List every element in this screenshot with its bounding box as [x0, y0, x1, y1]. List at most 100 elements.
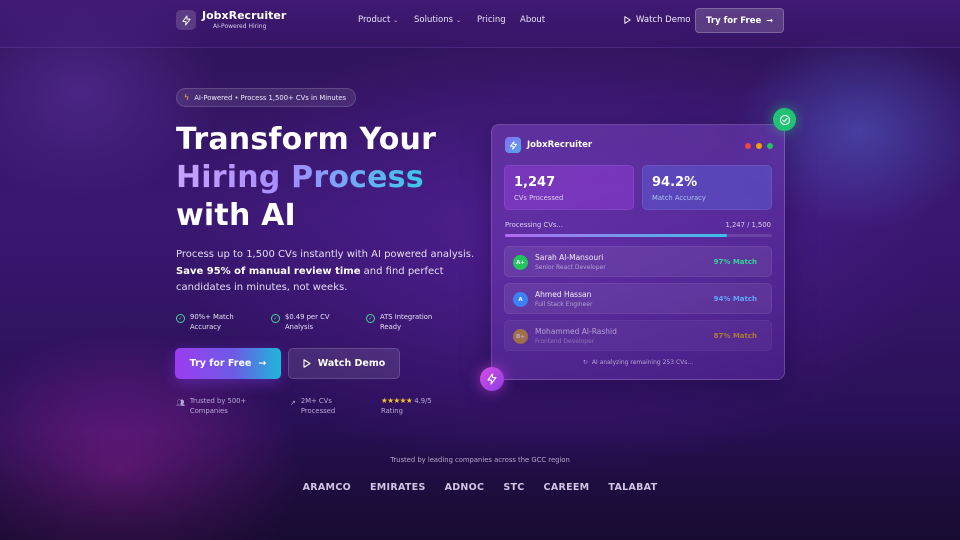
- arrow-right-icon: →: [258, 358, 267, 369]
- kpi-label: CVs Processed: [514, 194, 564, 202]
- hero-description: Process up to 1,500 CVs instantly with A…: [176, 247, 476, 297]
- feature-ats-integration: ✓ ATS Integration Ready: [366, 312, 432, 332]
- loader-icon: ↻: [582, 359, 588, 366]
- dashboard-preview-card: JobxRecruiter 1,247 CVs Processed 94.2% …: [491, 124, 785, 380]
- nav-solutions-label: Solutions: [414, 15, 454, 25]
- check-circle-icon: ✓: [176, 314, 185, 323]
- candidate-match-score: 87% Match: [713, 332, 757, 340]
- play-icon: [303, 359, 311, 368]
- candidate-name: Ahmed Hassan: [535, 290, 592, 299]
- check-circle-icon: ✓: [271, 314, 280, 323]
- nav-about-label: About: [520, 15, 546, 25]
- stat-line-2: Companies: [189, 407, 228, 415]
- window-close-dot[interactable]: [745, 143, 751, 149]
- candidate-name: Mohammed Al-Rashid: [535, 327, 617, 336]
- stat-cvs-processed: ↗ 2M+ CVs Processed: [290, 396, 335, 416]
- progress-bar: [505, 234, 772, 237]
- stat-line-1: 2M+ CVs: [300, 397, 332, 405]
- company-logo-aramco: ARAMCO: [302, 482, 351, 493]
- lightning-icon: [509, 140, 517, 150]
- brand-name[interactable]: JobxRecruiter: [202, 9, 286, 22]
- kpi-match-accuracy: 94.2% Match Accuracy: [642, 165, 772, 210]
- stat-rating: ★★★★★ 4.9/5 Rating: [381, 396, 432, 416]
- trending-up-icon: ↗: [290, 399, 296, 407]
- candidate-role: Full Stack Engineer: [535, 301, 593, 308]
- kpi-label: Match Accuracy: [652, 194, 706, 202]
- nav-try-free-label: Try for Free: [706, 15, 762, 26]
- hero-description-start: Process up to 1,500 CVs instantly with A…: [176, 249, 475, 260]
- feature-line-2: Ready: [380, 323, 402, 331]
- candidate-role: Frontend Developer: [535, 338, 595, 345]
- candidate-avatar: A: [513, 292, 528, 307]
- nav-solutions[interactable]: Solutions ⌄: [414, 15, 461, 25]
- hero-title-line-1: Transform Your: [176, 122, 437, 157]
- kpi-cvs-processed: 1,247 CVs Processed: [504, 165, 634, 210]
- candidate-avatar: B+: [513, 329, 528, 344]
- feature-line-1: ATS Integration: [380, 313, 433, 321]
- nav-pricing[interactable]: Pricing: [477, 15, 506, 25]
- feature-match-accuracy: ✓ 90%+ Match Accuracy: [176, 312, 234, 332]
- candidate-row[interactable]: A Ahmed Hassan Full Stack Engineer 94% M…: [504, 283, 772, 314]
- lightning-icon: ϟ: [184, 93, 190, 102]
- play-icon: [624, 16, 631, 24]
- check-circle-icon: ✓: [366, 314, 375, 323]
- dashboard-logo: [505, 137, 521, 153]
- nav-about[interactable]: About: [520, 15, 545, 25]
- hero-title-highlight: Hiring Process: [176, 160, 424, 195]
- hero-description-bold: Save 95% of manual review time: [176, 265, 361, 277]
- company-logo-emirates: EMIRATES: [369, 482, 426, 493]
- arrow-right-icon: →: [766, 16, 773, 25]
- candidate-row[interactable]: A+ Sarah Al-Mansouri Senior React Develo…: [504, 246, 772, 277]
- hero-try-free-label: Try for Free: [189, 358, 252, 369]
- hero-badge-text: AI-Powered • Process 1,500+ CVs in Minut…: [194, 93, 347, 102]
- hero-watch-demo-button[interactable]: Watch Demo: [288, 348, 400, 379]
- company-logo-talabat: TALABAT: [608, 482, 658, 493]
- nav-product[interactable]: Product ⌄: [358, 15, 398, 25]
- floating-check-badge: [773, 108, 796, 131]
- feature-line-2: Analysis: [285, 323, 314, 331]
- candidate-role: Senior React Developer: [535, 264, 606, 271]
- lightning-icon: [487, 373, 497, 385]
- top-nav: JobxRecruiter AI-Powered Hiring Product …: [0, 0, 960, 48]
- hero-title-line-3: with AI: [176, 198, 296, 233]
- nav-try-free-button[interactable]: Try for Free →: [695, 8, 784, 33]
- chevron-down-icon: ⌄: [393, 16, 399, 24]
- stat-companies: 👥︎ Trusted by 500+ Companies: [176, 396, 246, 416]
- kpi-value: 1,247: [514, 175, 556, 190]
- kpi-value: 94.2%: [652, 175, 698, 190]
- nav-watch-demo-label: Watch Demo: [636, 15, 691, 25]
- feature-line-1: 90%+ Match: [190, 313, 234, 321]
- hero-title-line-2: Hiring Process: [176, 160, 424, 196]
- company-logos: ARAMCO EMIRATES ADNOC STC CAREEM TALABAT: [0, 482, 960, 493]
- window-minimize-dot[interactable]: [756, 143, 762, 149]
- progress-label: Processing CVs...: [505, 221, 563, 229]
- feature-line-2: Accuracy: [190, 323, 222, 331]
- hero-try-free-button[interactable]: Try for Free →: [175, 348, 281, 379]
- stat-line-2: Rating: [381, 407, 403, 415]
- ai-status-note: ↻ AI analyzing remaining 253 CVs...: [492, 359, 784, 366]
- brand-logo[interactable]: [176, 10, 196, 30]
- trusted-caption: Trusted by leading companies across the …: [390, 456, 570, 464]
- stat-line-1: Trusted by 500+: [189, 397, 247, 405]
- feature-line-1: $0.49 per CV: [285, 313, 330, 321]
- nav-watch-demo-button[interactable]: Watch Demo: [624, 15, 690, 25]
- candidate-match-score: 97% Match: [713, 258, 757, 266]
- hero-watch-demo-label: Watch Demo: [317, 358, 386, 369]
- floating-lightning-badge: [480, 367, 504, 391]
- candidate-match-score: 94% Match: [713, 295, 757, 303]
- chevron-down-icon: ⌄: [456, 16, 462, 24]
- company-logo-stc: STC: [503, 482, 525, 493]
- star-rating-icon: ★★★★★: [381, 396, 413, 405]
- nav-product-label: Product: [358, 15, 391, 25]
- check-circle-icon: [779, 114, 790, 125]
- lightning-icon: [181, 14, 191, 26]
- feature-price-per-cv: ✓ $0.49 per CV Analysis: [271, 312, 329, 332]
- candidate-row[interactable]: B+ Mohammed Al-Rashid Frontend Developer…: [504, 320, 772, 351]
- window-maximize-dot[interactable]: [767, 143, 773, 149]
- company-logo-adnoc: ADNOC: [444, 482, 485, 493]
- progress-count: 1,247 / 1,500: [725, 221, 771, 229]
- stat-rating-value: 4.9/5: [414, 397, 432, 405]
- stat-line-2: Processed: [300, 407, 336, 415]
- candidate-avatar: A+: [513, 255, 528, 270]
- candidate-name: Sarah Al-Mansouri: [535, 253, 604, 262]
